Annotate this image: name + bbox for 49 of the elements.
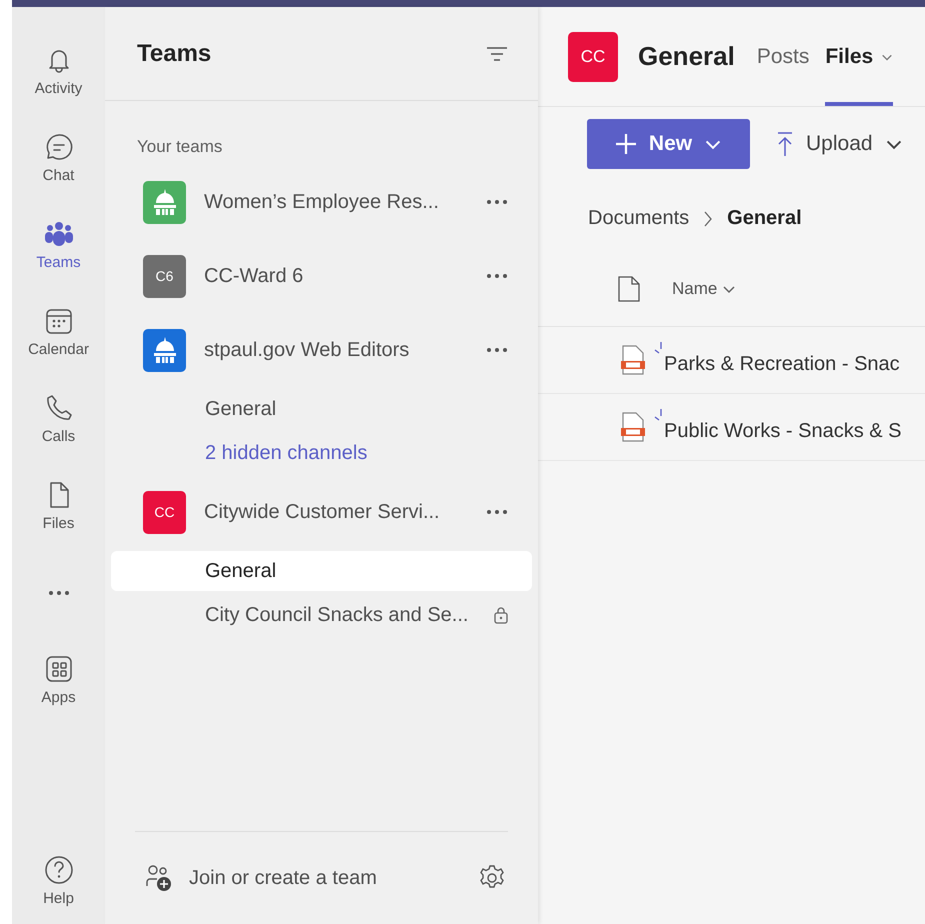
rail-item[interactable]: Activity (12, 27, 105, 114)
channel-item[interactable]: City Council Snacks and Se... (111, 595, 532, 635)
file-type-icon (618, 276, 640, 302)
help-button[interactable]: Help (12, 837, 105, 924)
channel-title: General (638, 41, 735, 72)
breadcrumb-link[interactable]: General (727, 207, 802, 230)
help-icon (42, 854, 74, 886)
dome-icon (152, 336, 178, 364)
channel-item[interactable]: General (111, 389, 532, 429)
more-options-icon[interactable] (486, 273, 508, 279)
dome-icon (152, 188, 178, 216)
column-header[interactable]: Name (672, 279, 736, 299)
filter-icon[interactable] (486, 46, 508, 62)
file-name[interactable]: Public Works - Snacks & S (664, 412, 902, 442)
join-team-link[interactable]: Join or create a team (189, 866, 462, 890)
upload-button[interactable]: Upload (776, 131, 903, 157)
section-label: Your teams (136, 136, 224, 158)
team-name[interactable]: Citywide Customer Servi... (204, 500, 468, 524)
rail-item[interactable]: Calls (12, 375, 105, 462)
team-name[interactable]: stpaul.gov Web Editors (204, 338, 468, 362)
tab[interactable]: Files (825, 7, 894, 106)
channel-item[interactable]: General (111, 551, 532, 591)
tab[interactable]: Posts (756, 7, 810, 106)
new-button[interactable]: New (587, 119, 750, 169)
new-file-marker-icon (654, 341, 664, 355)
presentation-file-icon (620, 412, 646, 442)
rail-item[interactable]: Teams (12, 201, 105, 288)
team-avatar: CC (143, 490, 186, 534)
breadcrumb-link[interactable]: Documents (588, 207, 690, 230)
team-avatar: C6 (143, 254, 186, 298)
hidden-channels-link[interactable]: 2 hidden channels (111, 433, 532, 473)
channel-avatar: CC (568, 32, 618, 82)
upload-icon (776, 131, 794, 157)
chevron-right-icon (703, 210, 714, 228)
more-options-icon[interactable] (486, 199, 508, 205)
new-file-marker-icon (654, 408, 664, 422)
more-options-icon[interactable] (486, 509, 508, 515)
file-name[interactable]: Parks & Recreation - Snac (664, 344, 900, 376)
team-name[interactable]: CC-Ward 6 (204, 264, 468, 288)
rail-item[interactable]: Apps (12, 636, 105, 723)
rail-item[interactable]: Files (12, 462, 105, 549)
plus-icon (614, 133, 637, 155)
panel-title: Teams (137, 40, 212, 68)
add-people-icon (145, 864, 173, 892)
rail-item[interactable]: Chat (12, 114, 105, 201)
presentation-file-icon (620, 345, 646, 375)
rail-item[interactable]: Calendar (12, 288, 105, 375)
more-options-icon[interactable] (486, 347, 508, 353)
team-name[interactable]: Women’s Employee Res... (204, 190, 468, 214)
